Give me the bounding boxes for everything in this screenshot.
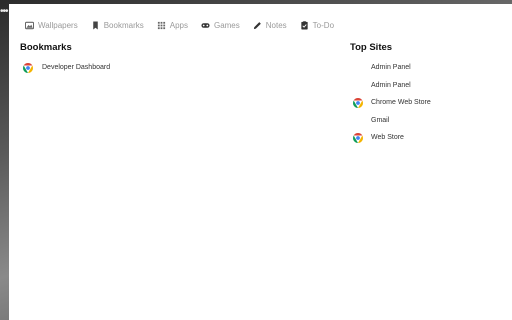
top-site-label: Admin Panel — [371, 64, 411, 72]
bookmark-item[interactable]: Developer Dashboard — [23, 59, 110, 77]
nav-label: Apps — [169, 20, 188, 30]
top-site-label: Admin Panel — [371, 81, 411, 89]
top-site-label: Gmail — [371, 116, 390, 124]
top-sites-list: Admin Panel Admin Panel Chrome Web Store — [353, 59, 431, 147]
top-site-item[interactable]: Chrome Web Store — [353, 94, 431, 112]
main-panel: Wallpapers Bookmarks Apps Games Notes To… — [9, 4, 512, 320]
checklist-icon — [300, 20, 309, 30]
top-site-item[interactable]: Admin Panel — [353, 59, 431, 77]
chrome-icon — [23, 62, 33, 73]
top-site-item[interactable]: Admin Panel — [353, 77, 431, 95]
nav-todo[interactable]: To-Do — [300, 21, 334, 30]
nav-bookmarks[interactable]: Bookmarks — [91, 21, 144, 30]
gamepad-icon — [201, 21, 210, 30]
nav-apps[interactable]: Apps — [157, 21, 188, 30]
top-site-item[interactable]: Web Store — [353, 129, 431, 147]
nav-label: Wallpapers — [38, 20, 78, 30]
nav-games[interactable]: Games — [201, 21, 240, 30]
bookmarks-heading: Bookmarks — [20, 42, 72, 53]
top-sites-heading: Top Sites — [350, 42, 393, 53]
chrome-icon — [353, 132, 363, 143]
blank-favicon — [353, 115, 363, 125]
top-site-item[interactable]: Gmail — [353, 112, 431, 130]
blank-favicon — [353, 63, 363, 73]
top-site-label: Web Store — [371, 134, 404, 142]
more-menu-icon[interactable]: ••• — [0, 7, 9, 17]
chrome-icon — [353, 97, 363, 108]
top-site-label: Chrome Web Store — [371, 99, 431, 107]
nav-label: To-Do — [312, 20, 335, 30]
nav-label: Bookmarks — [103, 20, 144, 30]
pencil-icon — [253, 21, 262, 30]
apps-grid-icon — [157, 21, 166, 30]
nav-notes[interactable]: Notes — [253, 21, 287, 30]
nav-label: Notes — [265, 20, 287, 30]
bookmark-icon — [91, 20, 100, 30]
blank-favicon — [353, 80, 363, 90]
bookmark-label: Developer Dashboard — [42, 64, 111, 72]
nav-wallpapers[interactable]: Wallpapers — [25, 21, 78, 30]
nav-label: Games — [213, 20, 240, 30]
wallpaper-icon — [25, 21, 34, 30]
bookmarks-list: Developer Dashboard — [23, 59, 110, 77]
top-nav: Wallpapers Bookmarks Apps Games Notes To… — [25, 17, 347, 33]
